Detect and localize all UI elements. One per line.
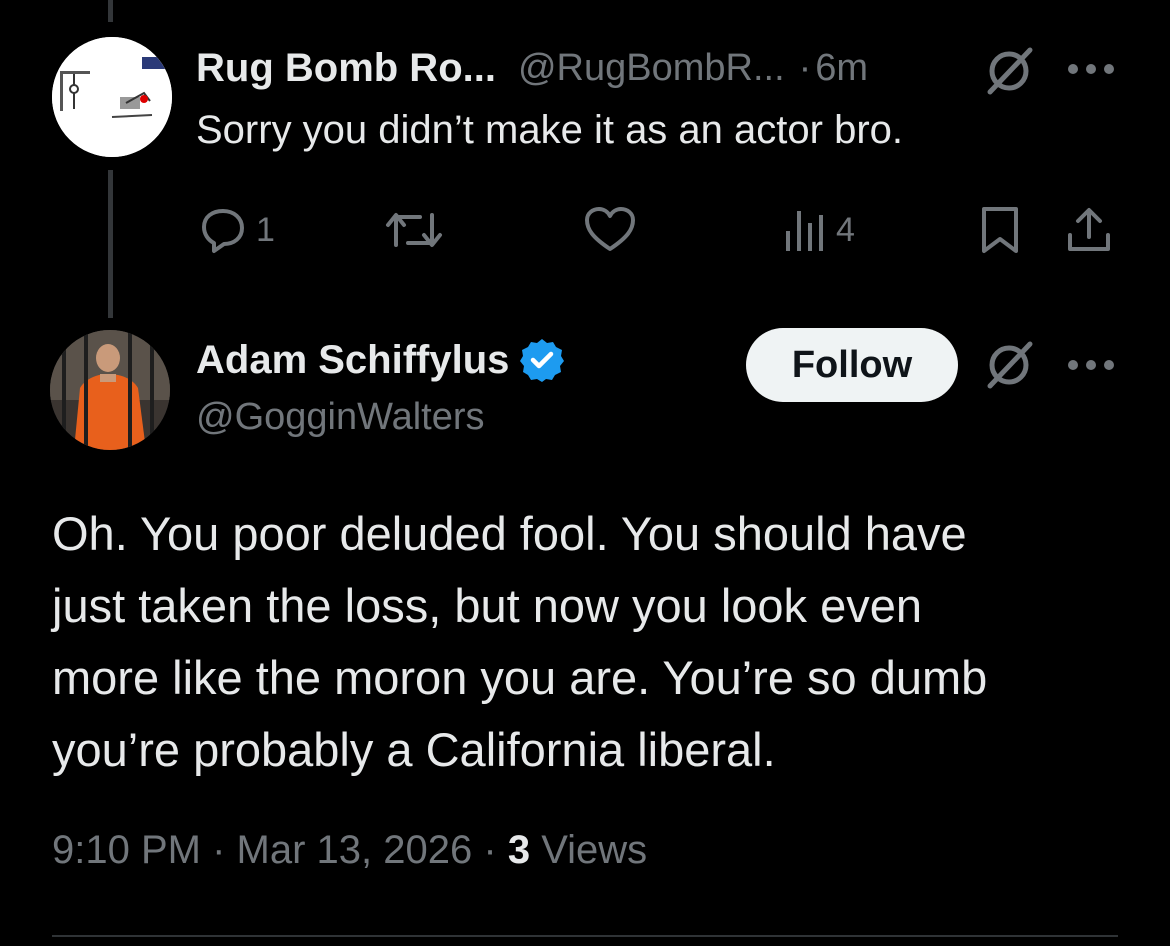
post-text: Oh. You poor deluded fool. You should ha… [52, 498, 1132, 786]
post-views-label: Views [541, 828, 648, 872]
post-avatar-image [50, 330, 170, 450]
bookmark-button[interactable] [980, 204, 1020, 256]
more-icon[interactable] [1066, 358, 1116, 372]
reply-header: Rug Bomb Ro... @RugBombR... · 6m [196, 42, 868, 94]
repost-button[interactable] [384, 204, 444, 256]
share-button[interactable] [1066, 204, 1112, 256]
reply-avatar-image [52, 37, 172, 157]
like-icon [585, 207, 635, 251]
reply-count: 1 [256, 210, 275, 249]
reply-time-separator: · [798, 46, 812, 89]
post-display-name[interactable]: Adam Schiffylus [196, 338, 509, 383]
reply-timestamp[interactable]: 6m [815, 47, 868, 90]
post-text-line: you’re probably a California liberal. [52, 723, 776, 776]
meta-separator: · [483, 828, 497, 872]
reply-handle[interactable]: @RugBombR... [518, 47, 785, 90]
grok-icon[interactable] [982, 338, 1036, 392]
reply-display-name[interactable]: Rug Bomb Ro... [196, 46, 496, 91]
verified-badge-icon[interactable] [519, 337, 565, 383]
post-name-row: Adam Schiffylus [196, 332, 565, 388]
post-avatar[interactable] [50, 330, 170, 450]
repost-icon [386, 213, 442, 247]
post-views-count: 3 [507, 828, 531, 872]
post-handle[interactable]: @GogginWalters [196, 396, 485, 439]
reply-button[interactable]: 1 [198, 204, 275, 256]
analytics-button[interactable]: 4 [784, 204, 855, 256]
reply-icon [202, 209, 244, 253]
share-icon [1068, 208, 1110, 251]
more-icon[interactable] [1066, 62, 1116, 76]
thread-line-connector [108, 170, 113, 318]
reply-text: Sorry you didn’t make it as an actor bro… [196, 108, 903, 152]
post-text-line: just taken the loss, but now you look ev… [52, 579, 923, 632]
views-count: 4 [836, 210, 855, 249]
meta-separator: · [212, 828, 226, 872]
post-date[interactable]: Mar 13, 2026 [237, 828, 473, 872]
divider [52, 935, 1118, 937]
post-text-line: more like the moron you are. You’re so d… [52, 651, 988, 704]
post-text-line: Oh. You poor deluded fool. You should ha… [52, 507, 967, 560]
reply-avatar[interactable] [52, 37, 172, 157]
grok-icon[interactable] [982, 44, 1036, 98]
bookmark-icon [982, 207, 1018, 253]
follow-button[interactable]: Follow [746, 328, 958, 402]
post-meta: 9:10 PM · Mar 13, 2026 · 3 Views [52, 828, 647, 873]
analytics-icon [786, 211, 823, 251]
thread-line-top [108, 0, 113, 22]
like-button[interactable] [584, 204, 636, 256]
post-time[interactable]: 9:10 PM [52, 828, 201, 872]
